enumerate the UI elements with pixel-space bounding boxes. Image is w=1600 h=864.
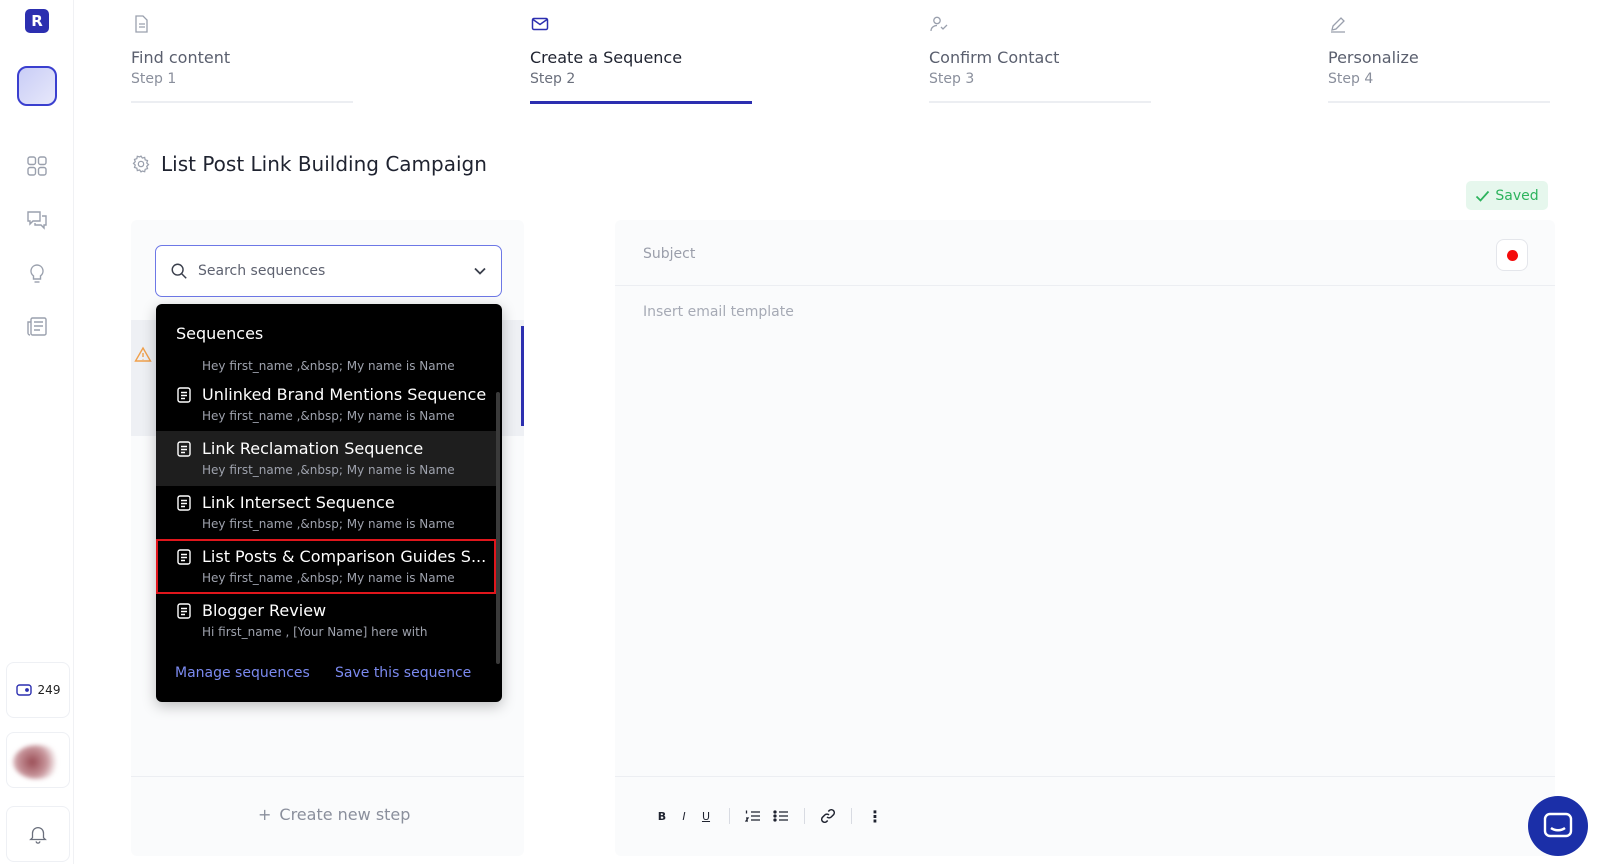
document-icon: [177, 441, 191, 457]
sequence-name: Blogger Review: [202, 601, 327, 620]
warning-icon: [134, 346, 152, 362]
step-number: Step 4: [1328, 71, 1374, 87]
newspaper-icon[interactable]: [24, 314, 50, 340]
search-icon: [171, 263, 187, 279]
save-sequence-link[interactable]: Save this sequence: [335, 665, 471, 681]
step-progress-bar: [929, 101, 1151, 103]
item-preview: Hey first_name ,&nbsp; My name is Name: [202, 463, 455, 477]
sequence-name: Link Reclamation Sequence: [202, 439, 424, 458]
email-template-field[interactable]: Insert email template: [643, 304, 794, 320]
dropdown-heading: Sequences: [176, 324, 264, 343]
sequence-option-link-reclamation[interactable]: Link Reclamation Sequence Hey first_name…: [156, 431, 496, 486]
step-title: Create a Sequence: [530, 48, 683, 67]
subject-field[interactable]: Subject: [643, 246, 695, 262]
sequences-dropdown: Sequences Hey first_name ,&nbsp; My name…: [156, 304, 502, 702]
bullet-list-button[interactable]: [770, 805, 792, 827]
pencil-icon: [1331, 17, 1345, 33]
dropdown-footer: Manage sequences Save this sequence: [156, 656, 502, 696]
left-sidebar: R 249: [0, 0, 74, 864]
chat-icon[interactable]: [24, 207, 50, 233]
editor-toolbar: B I U ⋮: [651, 805, 886, 827]
dropdown-scrollbar[interactable]: [496, 392, 500, 664]
record-dot-icon: [1506, 249, 1518, 261]
item-preview: Hey first_name ,&nbsp; My name is Name: [202, 409, 455, 423]
step-number: Step 1: [131, 71, 177, 87]
dashboard-icon[interactable]: [24, 153, 50, 179]
sequence-search-combobox[interactable]: [155, 245, 502, 297]
step-title: Personalize: [1328, 48, 1419, 67]
item-preview: Hey first_name ,&nbsp; My name is Name: [202, 571, 455, 585]
sequence-option-blogger-review[interactable]: Blogger Review Hi first_name , [Your Nam…: [156, 593, 496, 648]
chat-bubble-icon: [1543, 812, 1573, 838]
notifications-bell[interactable]: [6, 806, 70, 862]
step-create-sequence[interactable]: Create a Sequence Step 2: [530, 12, 752, 106]
email-editor: Subject Insert email template B I U ⋮: [615, 220, 1555, 856]
saved-status-badge: Saved: [1466, 181, 1548, 210]
campaign-header: List Post Link Building Campaign: [131, 152, 487, 176]
plus-icon: +: [258, 805, 272, 824]
step-progress-bar: [131, 101, 353, 103]
sequence-option-unlinked-brand-mentions[interactable]: Unlinked Brand Mentions Sequence Hey fir…: [156, 377, 496, 432]
sequence-option-link-intersect[interactable]: Link Intersect Sequence Hey first_name ,…: [156, 485, 496, 540]
step-progress-bar: [1328, 101, 1550, 103]
step-personalize[interactable]: Personalize Step 4: [1328, 12, 1550, 106]
credits-counter[interactable]: 249: [6, 662, 70, 718]
mail-icon: [531, 17, 549, 31]
saved-label: Saved: [1495, 187, 1539, 204]
step-progress-bar: [530, 101, 752, 104]
item-preview: Hey first_name ,&nbsp; My name is Name: [202, 359, 455, 373]
wallet-icon: [15, 684, 32, 696]
document-icon: [177, 387, 191, 403]
bullet-list-icon: [773, 810, 788, 822]
chat-launcher-button[interactable]: [1528, 796, 1588, 856]
document-icon: [177, 549, 191, 565]
gear-icon[interactable]: [131, 154, 151, 174]
sequence-name: Unlinked Brand Mentions Sequence: [202, 385, 487, 404]
step-number: Step 3: [929, 71, 975, 87]
more-options-button[interactable]: ⋮: [864, 805, 886, 827]
step-title: Find content: [131, 48, 231, 67]
underline-button[interactable]: U: [695, 805, 717, 827]
app-logo[interactable]: R: [25, 9, 49, 33]
italic-button[interactable]: I: [673, 805, 695, 827]
ordered-list-button[interactable]: [742, 805, 764, 827]
document-icon: [177, 603, 191, 619]
campaign-title: List Post Link Building Campaign: [161, 152, 487, 176]
insert-link-button[interactable]: [817, 805, 839, 827]
sequence-name: Link Intersect Sequence: [202, 493, 395, 512]
chevron-down-icon[interactable]: [473, 266, 487, 276]
step-number: Step 2: [530, 71, 576, 87]
link-icon: [820, 808, 836, 824]
create-new-step-button[interactable]: + Create new step: [258, 805, 410, 824]
document-icon: [177, 495, 191, 511]
check-icon: [1476, 190, 1490, 202]
ordered-list-icon: [745, 810, 760, 822]
workspace-avatar[interactable]: [17, 66, 57, 106]
step-confirm-contact[interactable]: Confirm Contact Step 3: [929, 12, 1151, 106]
credits-value: 249: [37, 683, 61, 697]
step-find-content[interactable]: Find content Step 1: [131, 12, 353, 106]
user-check-icon: [930, 16, 948, 32]
sequence-name: List Posts & Comparison Guides S...: [202, 547, 487, 566]
user-avatar[interactable]: [6, 732, 70, 788]
document-icon: [135, 15, 148, 33]
sequence-option-list-posts-comparison[interactable]: List Posts & Comparison Guides S... Hey …: [156, 539, 496, 594]
item-preview: Hey first_name ,&nbsp; My name is Name: [202, 517, 455, 531]
lightbulb-icon[interactable]: [24, 261, 50, 287]
bold-button[interactable]: B: [651, 805, 673, 827]
create-new-step-label: Create new step: [279, 805, 411, 824]
search-input[interactable]: [198, 263, 463, 279]
step-title: Confirm Contact: [929, 48, 1060, 67]
record-button[interactable]: [1496, 239, 1528, 271]
manage-sequences-link[interactable]: Manage sequences: [175, 665, 310, 681]
bell-icon: [29, 827, 47, 844]
item-preview: Hi first_name , [Your Name] here with: [202, 625, 428, 639]
